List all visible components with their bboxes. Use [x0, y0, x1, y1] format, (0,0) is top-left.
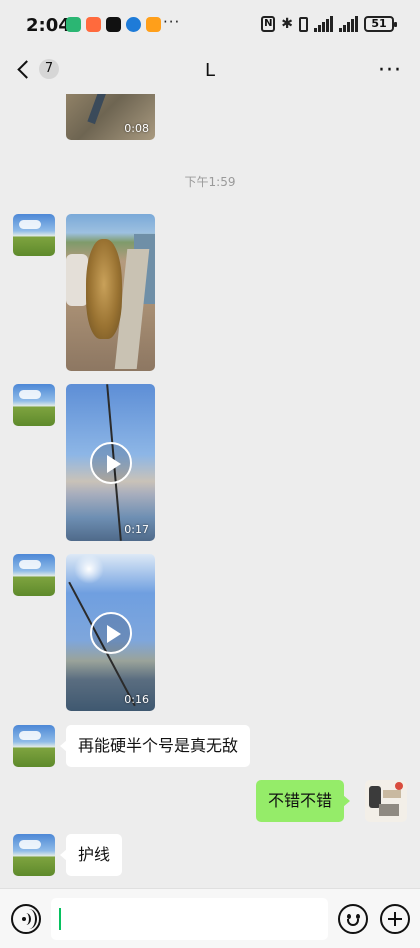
voice-input-button[interactable]: [11, 904, 41, 934]
app-notification-icon: [86, 17, 101, 32]
video-duration: 0:16: [124, 693, 149, 706]
image-message[interactable]: [66, 214, 155, 371]
video-duration: 0:17: [124, 523, 149, 536]
contact-avatar[interactable]: [13, 214, 55, 256]
more-options-button[interactable]: ···: [378, 58, 402, 83]
input-bar: [0, 888, 420, 948]
contact-avatar[interactable]: [13, 834, 55, 876]
signal-icon: [314, 16, 333, 32]
contact-avatar[interactable]: [13, 554, 55, 596]
text-message[interactable]: 护线: [59, 834, 123, 876]
video-duration: 0:08: [124, 122, 149, 135]
status-time: 2:04: [26, 15, 71, 36]
app-notification-icon: [126, 17, 141, 32]
text-message[interactable]: 再能硬半个号是真无敌: [59, 725, 251, 767]
emoji-button[interactable]: [338, 904, 368, 934]
message-input[interactable]: [51, 898, 328, 940]
text-cursor: [59, 908, 61, 930]
contact-avatar[interactable]: [13, 384, 55, 426]
tiktok-icon: [106, 17, 121, 32]
video-message[interactable]: 0:08: [66, 94, 155, 140]
app-notification-icon: [146, 17, 161, 32]
signal-icon: [339, 16, 358, 32]
vibrate-icon: [299, 16, 308, 32]
more-notifications-icon: ···: [163, 13, 181, 31]
contact-avatar[interactable]: [13, 725, 55, 767]
status-bar: 2:04 ··· N ✱ 51: [0, 0, 420, 50]
nfc-icon: N: [261, 16, 276, 32]
system-indicators: N ✱ 51: [261, 16, 397, 32]
bluetooth-icon: ✱: [281, 16, 293, 32]
play-icon[interactable]: [89, 611, 132, 654]
message-list[interactable]: 0:08 下午1:59 0:17 0:16 再能硬半个号是真无敌 不错不错 护线: [0, 94, 420, 888]
video-message[interactable]: 0:17: [66, 384, 155, 541]
chat-title: L: [204, 60, 216, 81]
my-avatar[interactable]: [365, 780, 407, 822]
chat-header: 7 L ···: [0, 50, 420, 94]
battery-icon: 51: [364, 16, 397, 32]
play-icon[interactable]: [89, 441, 132, 484]
my-text-message[interactable]: 不错不错: [256, 780, 351, 822]
video-message[interactable]: 0:16: [66, 554, 155, 711]
notification-app-icons: [66, 17, 161, 32]
message-timestamp: 下午1:59: [184, 175, 236, 189]
more-actions-button[interactable]: [380, 904, 410, 934]
app-notification-icon: [66, 17, 81, 32]
